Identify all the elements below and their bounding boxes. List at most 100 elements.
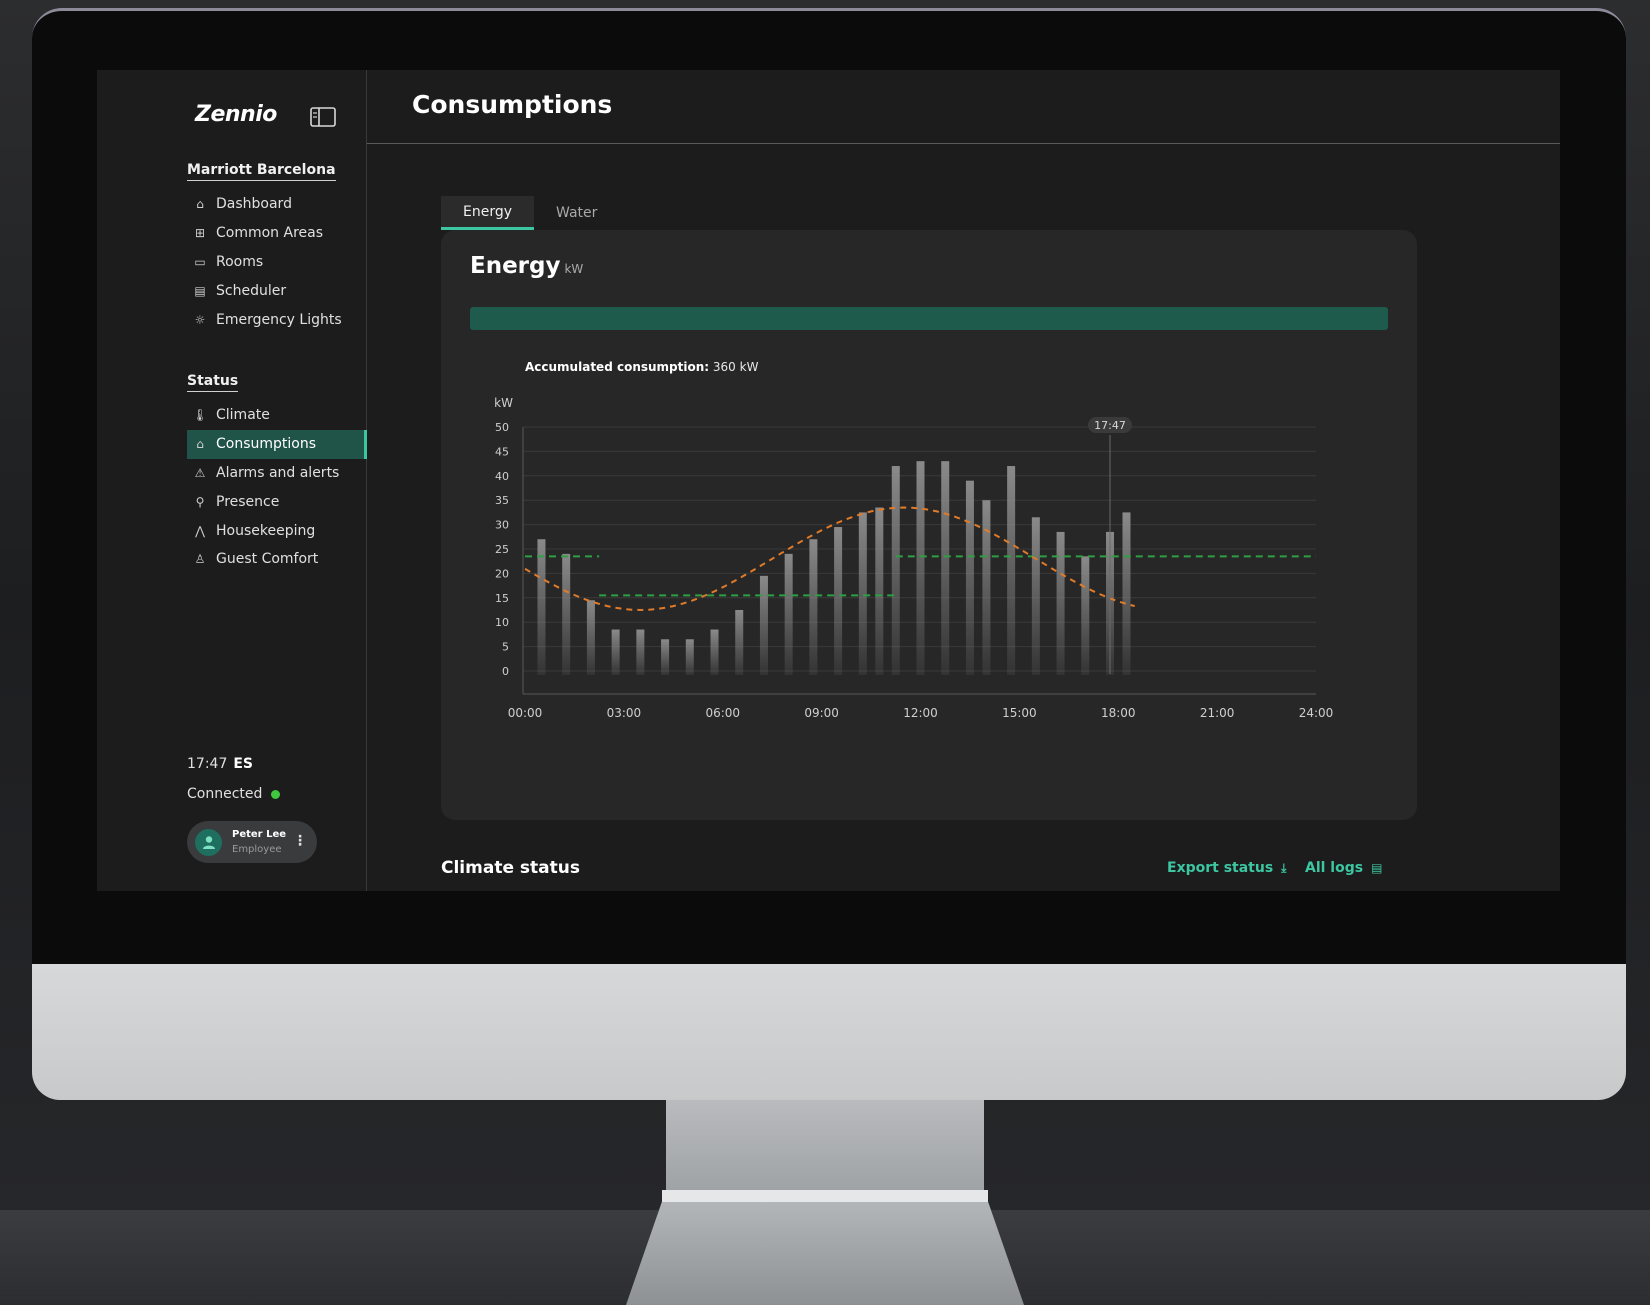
sidebar-item-emergency-lights[interactable]: ☼ Emergency Lights [187,305,367,334]
status-section-title: Status [187,373,238,392]
avatar [195,828,222,856]
sidebar: Zennio Marriott Barcelona ⌂ Dashboard ⊞ Co… [97,70,367,891]
page-title: Consumptions [412,90,613,119]
chart-bar [759,575,768,675]
brand-logo: Zennio [195,102,277,127]
monitor-stand [666,1100,984,1192]
home-icon: ⌂ [196,437,204,452]
energy-card: Energy kW Accumulated consumption: 360 kW… [441,230,1417,820]
building-name: Marriott Barcelona [187,162,336,181]
sidebar-item-common-areas[interactable]: ⊞ Common Areas [187,219,367,248]
y-axis-label: kW [494,396,513,410]
chart-bar [784,553,793,675]
card-unit: kW [564,262,584,276]
chart-bar [965,480,974,675]
chart-bar [982,500,991,675]
sidebar-item-scheduler[interactable]: ▤ Scheduler [187,276,367,305]
chart-bar [858,512,867,675]
energy-chart: 0 5 10 15 20 25 30 35 40 45 50 kW 00:00 03:00 06:00 09:… [494,396,1333,720]
chart-bar [1122,512,1131,675]
export-status-label: Export status [1167,860,1274,876]
top-bar: Consumptions [367,70,1560,144]
energy-progress-fill [470,307,1388,330]
user-info: Peter Lee Employee [232,827,286,857]
x-tick-label: 18:00 [1101,706,1136,720]
sidebar-item-label: Rooms [216,253,264,270]
sidebar-toggle-icon[interactable] [310,107,336,127]
sidebar-item-housekeeping[interactable]: ⋀ Housekeeping [187,516,367,545]
y-tick-label: 0 [502,665,509,678]
sidebar-item-label: Alarms and alerts [216,464,340,481]
sidebar-item-label: Common Areas [216,225,324,242]
x-tick-label: 21:00 [1200,706,1235,720]
chart-bar [1007,466,1016,675]
light-icon: ☼ [194,312,206,327]
export-status-button[interactable]: Export status ⤓ [1167,860,1286,876]
housekeeping-icon: ⋀ [195,523,205,538]
main-content: Consumptions Energy Water Energy kW Accum… [367,70,1560,891]
download-icon: ⤓ [1281,860,1287,875]
language-code[interactable]: ES [233,756,253,772]
chart-bar [562,553,571,675]
chart-bar [891,466,900,675]
sidebar-item-label: Consumptions [216,436,317,453]
common-areas-icon: ⊞ [194,226,206,241]
chart-bar [710,629,719,675]
sidebar-item-label: Dashboard [216,196,292,213]
y-tick-label: 35 [495,494,509,507]
chart-bar [537,539,546,675]
y-tick-label: 10 [495,616,509,629]
presence-icon: ⚲ [195,494,205,509]
chart-bar [916,461,925,675]
sidebar-item-rooms[interactable]: ▭ Rooms [187,248,367,277]
clock: 17:47 ES [187,756,253,772]
chart-bar [735,610,744,675]
y-tick-label: 40 [495,470,509,483]
sidebar-item-climate[interactable]: 🌡︎ Climate [187,401,367,430]
card-title-text: Energy [470,253,561,279]
more-options-icon[interactable]: ⋮ [293,833,307,849]
document-icon: ▤ [1371,861,1383,875]
user-role: Employee [232,844,282,855]
x-tick-label: 03:00 [607,706,642,720]
chart-bar [661,639,670,675]
sidebar-item-alarms[interactable]: ⚠︎ Alarms and alerts [187,459,367,488]
connection-label: Connected [187,786,263,802]
chart-bar [685,639,694,675]
x-tick-label: 12:00 [903,706,938,720]
x-tick-label: 00:00 [508,706,543,720]
current-time-label: 17:47 [1094,419,1126,432]
y-tick-label: 50 [495,421,509,434]
y-tick-label: 5 [502,641,509,654]
monitor-stand-base [626,1202,1024,1305]
home-icon: ⌂ [196,197,204,212]
user-icon [202,836,215,849]
sidebar-item-label: Scheduler [216,282,287,299]
monitor-chin [32,964,1626,1100]
y-tick-label: 15 [495,592,509,605]
chart-bar [636,629,645,675]
chart-bar [834,527,843,675]
sidebar-item-label: Climate [216,407,270,424]
sidebar-item-presence[interactable]: ⚲ Presence [187,487,367,516]
tab-water[interactable]: Water [534,196,619,230]
x-tick-label: 09:00 [804,706,839,720]
sidebar-item-label: Housekeeping [216,522,316,539]
tab-energy[interactable]: Energy [441,196,535,230]
connection-dot-icon [271,789,281,799]
status-nav: 🌡︎ Climate ⌂ Consumptions ⚠︎ Alarms and ale… [187,401,367,574]
app-screen: Zennio Marriott Barcelona ⌂ Dashboard ⊞ Co… [97,70,1560,891]
comfort-icon: ♙ [194,552,206,567]
sidebar-item-guest-comfort[interactable]: ♙ Guest Comfort [187,545,367,574]
all-logs-button[interactable]: All logs ▤ [1305,860,1382,876]
calendar-icon: ▤ [194,283,206,298]
user-menu[interactable]: Peter Lee Employee ⋮ [187,821,317,863]
chart-bar [1056,531,1065,675]
sidebar-item-dashboard[interactable]: ⌂ Dashboard [187,190,367,219]
chart-bar [586,600,595,675]
user-name: Peter Lee [232,829,287,840]
connection-status: Connected [187,786,281,802]
sidebar-item-consumptions[interactable]: ⌂ Consumptions [187,429,367,459]
monitor-stand-highlight [662,1190,988,1202]
chart-bar [611,629,620,675]
